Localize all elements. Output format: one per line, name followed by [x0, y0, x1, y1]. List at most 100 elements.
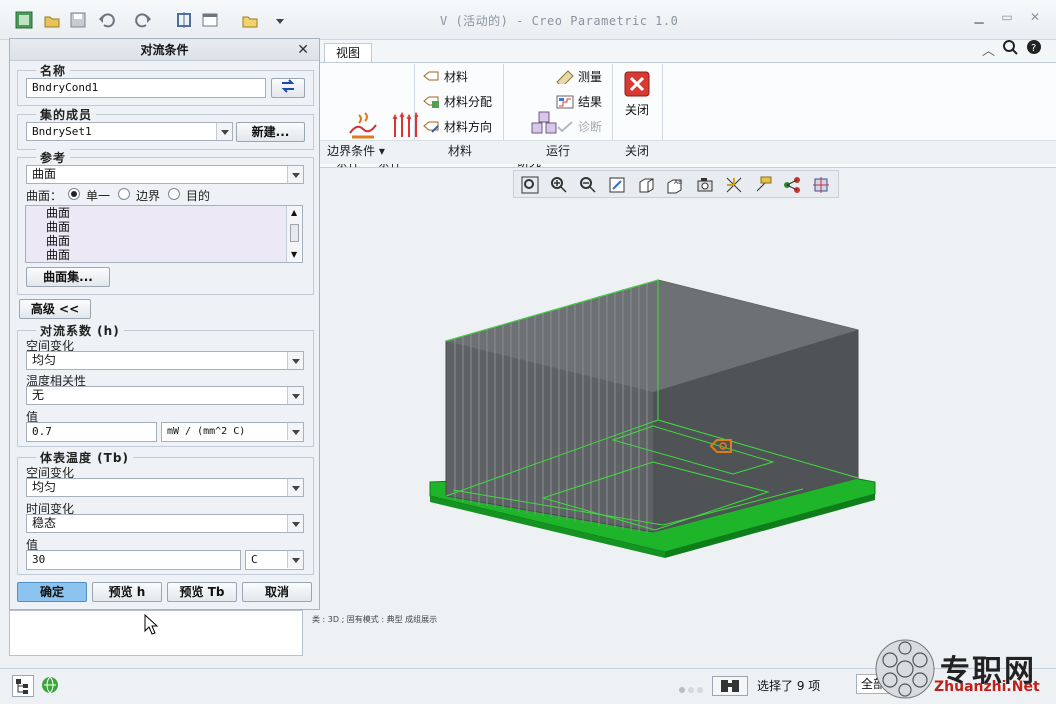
find-icon[interactable] [712, 676, 748, 696]
chevron-down-icon [287, 479, 303, 496]
help-icon[interactable]: ? [1026, 39, 1042, 58]
model-status-text: 类 : 3D ; 固有模式 : 典型 成组展示 [312, 615, 438, 624]
undo-icon[interactable] [96, 10, 116, 30]
list-item[interactable]: 曲面 [26, 206, 302, 220]
group-boundary-label: 边界条件 [327, 144, 376, 158]
view-toolbar: AB [513, 170, 839, 198]
surface-label: 曲面： [26, 189, 63, 203]
search-icon[interactable] [1002, 39, 1018, 58]
datum-display-icon[interactable] [723, 174, 745, 196]
ok-button[interactable]: 确定 [17, 582, 87, 602]
model-tree-toggle-icon[interactable] [12, 675, 34, 697]
regenerate-icon[interactable] [174, 10, 194, 30]
material-orientation-label: 材料方向 [444, 120, 493, 134]
measure-label: 测量 [578, 70, 603, 84]
radio-single[interactable] [68, 188, 80, 200]
material-label: 材料 [444, 70, 469, 84]
close-window-icon[interactable] [240, 10, 260, 30]
group-close: 关闭 [624, 144, 649, 158]
reference-type-select[interactable]: 曲面 [26, 165, 304, 184]
view-manager-icon[interactable] [694, 174, 716, 196]
surface-set-button[interactable]: 曲面集... [26, 267, 110, 287]
name-browse-button[interactable] [271, 78, 305, 98]
radio-boundary[interactable] [118, 188, 130, 200]
zoom-in-icon[interactable] [548, 174, 570, 196]
h-temp-select[interactable]: 无 [26, 386, 304, 405]
material-orientation-button[interactable]: 材料方向 [422, 118, 492, 136]
watermark-en-text: Zhuanzhi.Net [934, 679, 1040, 695]
csys-display-icon[interactable] [810, 174, 832, 196]
list-item[interactable]: 曲面 [26, 234, 302, 248]
material-assign-button[interactable]: 材料分配 [422, 93, 492, 111]
reference-list[interactable]: 曲面 曲面 曲面 曲面 ▲ ▼ [25, 205, 303, 263]
tb-unit-select[interactable]: C [245, 550, 304, 570]
ruler-icon [556, 70, 574, 88]
minimize-icon[interactable]: ▁ [968, 10, 990, 28]
save-icon[interactable] [68, 10, 88, 30]
close-button[interactable]: 关闭 [620, 70, 654, 117]
ribbon-group-labels [303, 140, 1056, 164]
tb-time-select[interactable]: 稳态 [26, 514, 304, 533]
h-spatial-value: 均匀 [32, 353, 57, 367]
h-unit-select[interactable]: mW / (mm^2 C) [161, 422, 304, 442]
set-select-value: BndrySet1 [32, 125, 92, 138]
list-item[interactable]: 曲面 [26, 220, 302, 234]
saved-views-icon[interactable]: AB [664, 174, 686, 196]
chevron-down-icon [287, 387, 303, 404]
dialog-close-icon[interactable]: ✕ [297, 42, 309, 58]
heatsink-model[interactable] [303, 200, 1056, 662]
title-bar: V (活动的) - Creo Parametric 1.0 ▁ ▭ ✕ [0, 0, 1056, 40]
results-icon [556, 95, 574, 109]
maximize-icon[interactable]: ▭ [996, 10, 1018, 28]
results-button[interactable]: 结果 [556, 93, 602, 111]
measure-button[interactable]: 测量 [556, 68, 603, 88]
customize-toolbar-icon[interactable] [270, 10, 290, 30]
h-value-input[interactable]: 0.7 [26, 422, 157, 442]
cancel-button[interactable]: 取消 [242, 582, 312, 602]
tb-unit-value: C [251, 553, 258, 566]
scroll-thumb[interactable] [290, 224, 299, 242]
close-icon[interactable]: ✕ [1024, 10, 1046, 28]
group-material: 材料 [447, 144, 472, 158]
preview-tb-button[interactable]: 预览 Tb [167, 582, 237, 602]
tb-value-input[interactable]: 30 [26, 550, 241, 570]
scroll-down-icon[interactable]: ▼ [291, 250, 297, 259]
svg-text:AB: AB [674, 179, 682, 186]
h-spatial-select[interactable]: 均匀 [26, 351, 304, 370]
name-input[interactable]: BndryCond1 [26, 78, 266, 98]
new-set-button[interactable]: 新建... [236, 122, 305, 142]
collapse-ribbon-icon[interactable]: ︿ [982, 40, 995, 59]
name-legend: 名称 [36, 62, 71, 79]
list-item[interactable]: 曲面 [26, 248, 302, 262]
reference-list-scrollbar[interactable]: ▲ ▼ [286, 206, 302, 262]
app-logo-icon[interactable] [14, 10, 34, 30]
browser-toggle-icon[interactable] [40, 675, 62, 697]
chevron-down-icon [287, 515, 303, 532]
chevron-down-icon [287, 423, 303, 440]
results-label: 结果 [578, 95, 603, 109]
watermark-globe-logo [875, 639, 935, 699]
tb-spatial-select[interactable]: 均匀 [26, 478, 304, 497]
open-icon[interactable] [42, 10, 62, 30]
material-button[interactable]: 材料 [422, 68, 468, 86]
material-orientation-icon [422, 120, 440, 134]
graphics-window[interactable] [303, 200, 1056, 662]
scroll-up-icon[interactable]: ▲ [291, 208, 297, 217]
windows-icon[interactable] [200, 10, 220, 30]
display-style-icon[interactable] [635, 174, 657, 196]
advanced-toggle-button[interactable]: 高级 << [19, 299, 91, 319]
axis-display-icon[interactable] [752, 174, 774, 196]
point-display-icon[interactable] [781, 174, 803, 196]
radio-target[interactable] [168, 188, 180, 200]
repaint-icon[interactable] [606, 174, 628, 196]
tab-view[interactable]: 视图 [324, 43, 372, 63]
h-temp-value: 无 [32, 388, 45, 402]
set-select[interactable]: BndrySet1 [26, 122, 233, 141]
zoom-out-icon[interactable] [577, 174, 599, 196]
close-label: 关闭 [624, 103, 649, 117]
group-boundary-conditions[interactable]: 边界条件 ▾ [316, 140, 396, 162]
refit-icon[interactable] [519, 174, 541, 196]
preview-h-button[interactable]: 预览 h [92, 582, 162, 602]
redo-icon[interactable] [134, 10, 154, 30]
diagnose-label: 诊断 [578, 120, 603, 134]
